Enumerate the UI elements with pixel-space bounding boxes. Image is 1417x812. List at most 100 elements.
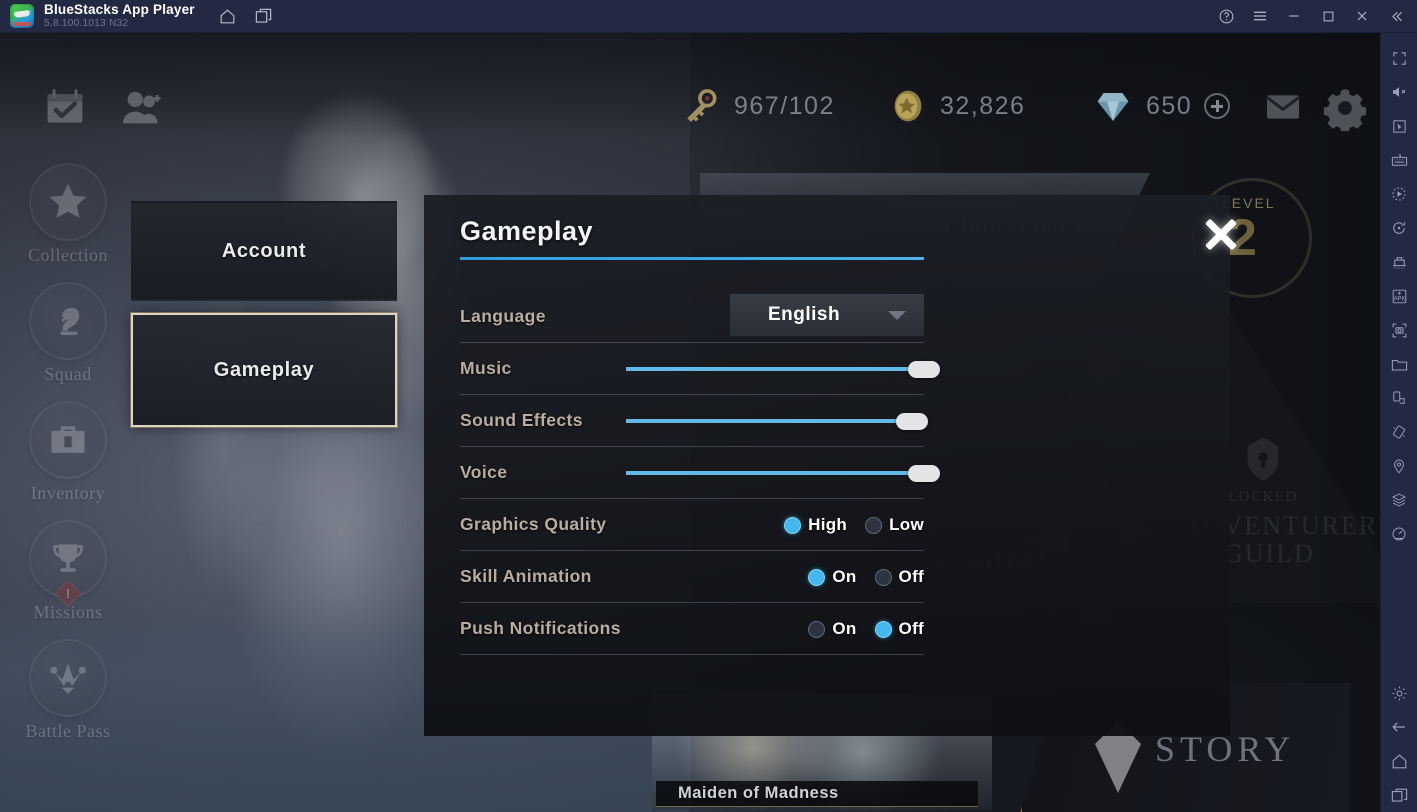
option-label: On [832, 619, 857, 638]
home-icon[interactable] [217, 5, 239, 27]
slider-knob[interactable] [908, 465, 940, 482]
music-slider[interactable] [626, 359, 940, 379]
left-menu-item-squad[interactable]: Squad [18, 282, 118, 385]
currency-gems[interactable]: 650 [1092, 85, 1231, 127]
left-menu-item-collection[interactable]: Collection [18, 163, 118, 266]
shake-icon[interactable] [1381, 381, 1417, 415]
voice-slider[interactable] [626, 463, 940, 483]
layers-icon[interactable] [1381, 483, 1417, 517]
title-bar: BlueStacks App Player 5.8.100.1013 N32 [0, 0, 1417, 33]
game-viewport: SUMMON SHOP ADVENTURER'S GUILD LOCKED LO… [0, 33, 1380, 812]
bluestacks-logo-icon [10, 4, 34, 28]
collapse-sidebar-icon[interactable] [1379, 0, 1413, 32]
add-gems-button[interactable] [1204, 93, 1231, 119]
screenshot-icon[interactable] [1381, 313, 1417, 347]
option-label: On [832, 567, 857, 586]
slider-knob[interactable] [896, 413, 929, 430]
graphics-quality-option-high[interactable]: High [784, 515, 847, 535]
settings-panel-header: Gameplay [460, 216, 924, 260]
media-folder-icon[interactable] [1381, 347, 1417, 381]
option-label: High [808, 515, 848, 534]
graphics-quality-options: High Low [784, 499, 924, 551]
app-title: BlueStacks App Player [44, 1, 195, 17]
home-icon[interactable] [1381, 744, 1417, 778]
daily-checkin-icon[interactable] [38, 86, 92, 130]
left-menu-item-missions[interactable]: ! Missions [18, 520, 118, 623]
currency-stamina[interactable]: 967/102 [680, 85, 835, 127]
push-notifications-option-off[interactable]: Off [874, 619, 924, 639]
setting-row-graphics-quality: Graphics Quality High Low [460, 499, 924, 551]
radio-icon [874, 620, 892, 638]
left-menu-label: Inventory [30, 483, 106, 503]
skill-animation-options: On Off [808, 551, 924, 603]
chevron-down-icon [888, 310, 906, 320]
close-icon[interactable] [1200, 213, 1242, 255]
collection-icon [29, 163, 107, 241]
radio-icon [874, 568, 892, 586]
title-underline [460, 257, 924, 260]
left-menu-item-battle-pass[interactable]: Battle Pass [18, 639, 118, 742]
story-chapter-title: Maiden of Madness [656, 781, 978, 807]
slider-fill [626, 419, 913, 423]
language-dropdown[interactable]: English [730, 294, 924, 336]
skill-animation-option-on[interactable]: On [808, 567, 856, 587]
settings-gear-icon[interactable] [1322, 85, 1368, 131]
gold-value: 32,826 [940, 91, 1026, 120]
multi-instance-icon[interactable] [253, 5, 275, 27]
tilt-icon[interactable] [1381, 415, 1417, 449]
skill-animation-option-off[interactable]: Off [874, 567, 924, 587]
add-friend-icon[interactable] [115, 85, 167, 131]
cursor-icon[interactable] [1381, 109, 1417, 143]
battle-pass-icon [29, 639, 107, 717]
sound-effects-slider[interactable] [626, 411, 929, 431]
graphics-quality-option-low[interactable]: Low [865, 515, 924, 535]
app-version: 5.8.100.1013 N32 [44, 18, 129, 30]
page-title: Gameplay [460, 216, 594, 246]
mail-icon[interactable] [1258, 87, 1308, 127]
push-notifications-options: On Off [808, 603, 924, 655]
recents-icon[interactable] [1381, 778, 1417, 812]
currency-gold[interactable]: 32,826 [888, 85, 1025, 127]
setting-label: Voice [460, 462, 508, 482]
fullscreen-icon[interactable] [1381, 41, 1417, 75]
settings-gear-icon[interactable] [1381, 676, 1417, 710]
install-apk-icon[interactable]: APK [1381, 279, 1417, 313]
performance-icon[interactable] [1381, 517, 1417, 551]
radio-icon [808, 620, 826, 638]
setting-row-skill-animation: Skill Animation On Off [460, 551, 924, 603]
coin-icon [894, 90, 922, 122]
locked-label: LOCKED [1228, 489, 1298, 505]
macro-record-icon[interactable] [1381, 177, 1417, 211]
menu-icon[interactable] [1243, 0, 1277, 32]
language-value: English [767, 304, 841, 325]
rotate-icon[interactable] [1381, 211, 1417, 245]
close-icon[interactable] [1345, 0, 1379, 32]
left-menu-item-inventory[interactable]: Inventory [18, 401, 118, 504]
tab-gameplay[interactable]: Gameplay [131, 313, 397, 427]
radio-icon [865, 516, 883, 534]
minimize-icon[interactable] [1277, 0, 1311, 32]
option-label: Off [898, 567, 924, 586]
left-menu-label: Battle Pass [25, 721, 111, 741]
back-arrow-icon[interactable] [1381, 710, 1417, 744]
option-label: Off [898, 619, 924, 638]
setting-row-language: Language English [460, 291, 924, 343]
inventory-icon [29, 401, 107, 479]
slider-knob[interactable] [908, 361, 940, 378]
maximize-icon[interactable] [1311, 0, 1345, 32]
setting-row-push-notifications: Push Notifications On Off [460, 603, 924, 655]
help-icon[interactable] [1209, 0, 1243, 32]
window-controls [1209, 0, 1417, 32]
mute-icon[interactable] [1381, 75, 1417, 109]
setting-row-sound-effects: Sound Effects [460, 395, 929, 447]
radio-icon [808, 568, 826, 586]
keyboard-icon[interactable] [1381, 143, 1417, 177]
multi-instance-sync-icon[interactable] [1381, 245, 1417, 279]
tab-account[interactable]: Account [131, 201, 397, 301]
bluestacks-window: BlueStacks App Player 5.8.100.1013 N32 A… [0, 0, 1417, 812]
push-notifications-option-on[interactable]: On [808, 619, 856, 639]
setting-label: Language [460, 306, 546, 326]
left-menu-label: Collection [28, 245, 108, 265]
location-icon[interactable] [1381, 449, 1417, 483]
svg-text:APK: APK [1393, 296, 1405, 302]
